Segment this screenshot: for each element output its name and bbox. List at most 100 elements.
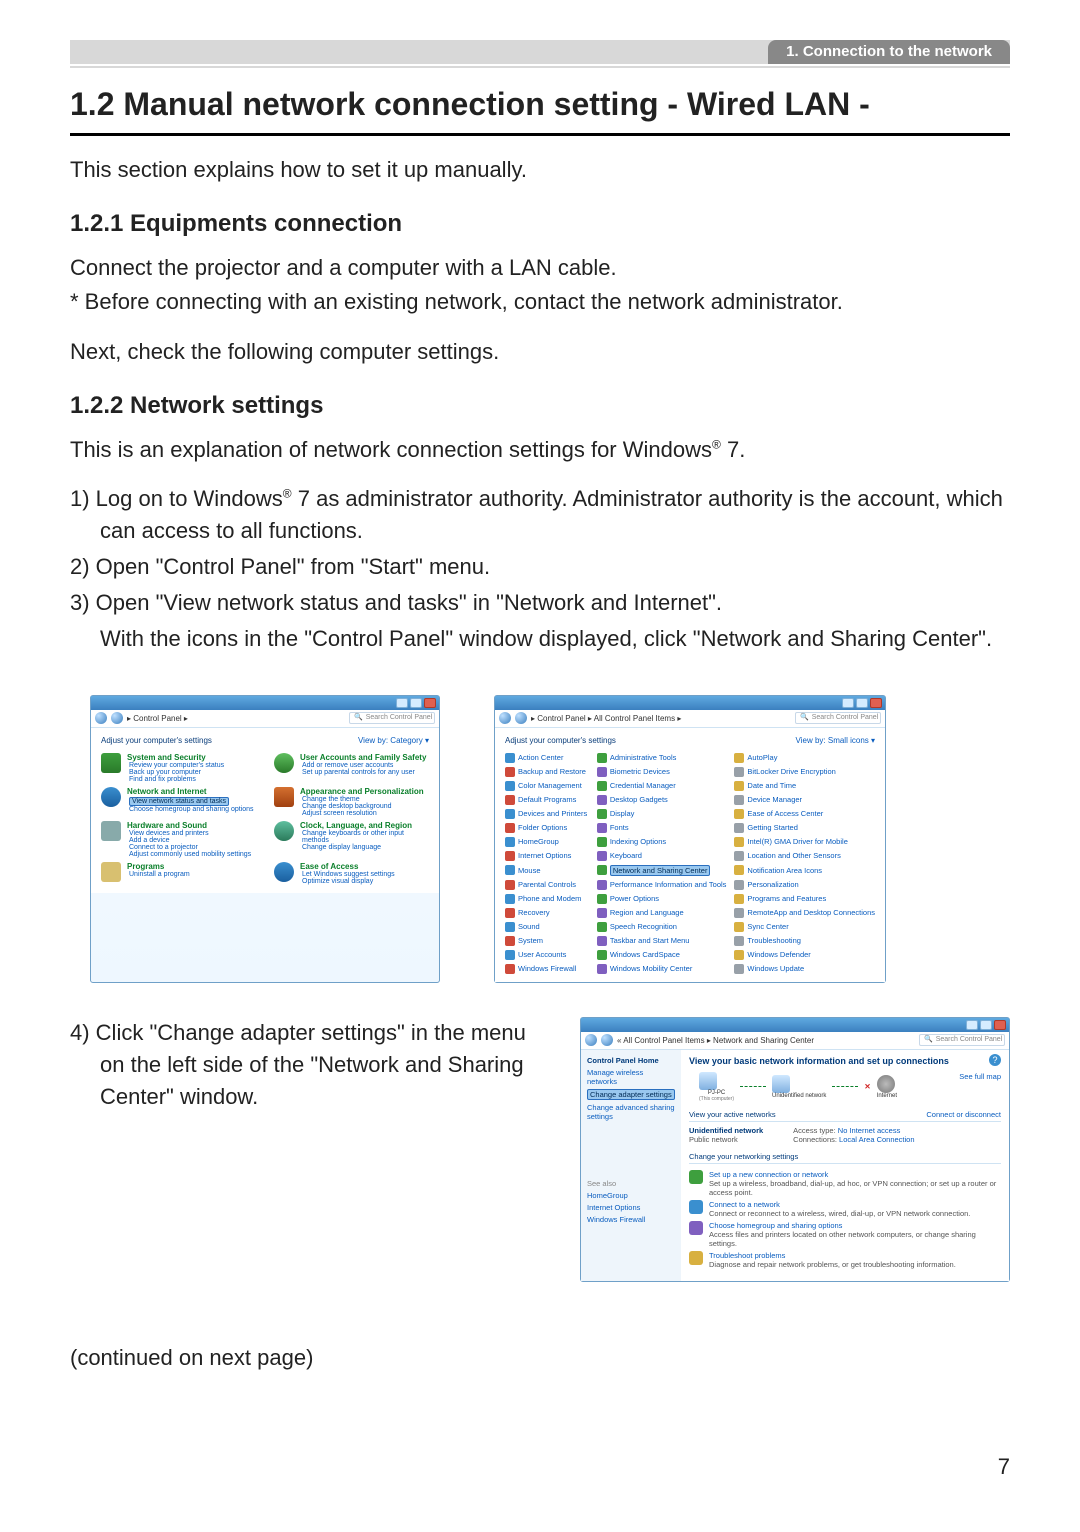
control-panel-item[interactable]: Personalization (734, 880, 875, 890)
control-panel-item[interactable]: AutoPlay (734, 753, 875, 763)
category-sublink[interactable]: Choose homegroup and sharing options (129, 806, 256, 813)
category-item[interactable]: Ease of AccessLet Windows suggest settin… (274, 862, 429, 885)
control-panel-item[interactable]: Folder Options (505, 823, 589, 833)
control-panel-item[interactable]: Notification Area Icons (734, 865, 875, 876)
view-by-dropdown[interactable]: View by: Category ▾ (358, 736, 429, 745)
control-panel-item[interactable]: Desktop Gadgets (597, 795, 727, 805)
close-button[interactable] (994, 1020, 1006, 1030)
category-item[interactable]: ProgramsUninstall a program (101, 862, 256, 885)
category-title[interactable]: Hardware and Sound (127, 821, 207, 830)
category-title[interactable]: Network and Internet (127, 787, 207, 796)
control-panel-item[interactable]: User Accounts (505, 950, 589, 960)
control-panel-item[interactable]: Programs and Features (734, 894, 875, 904)
forward-button[interactable] (111, 712, 123, 724)
control-panel-item[interactable]: Credential Manager (597, 781, 727, 791)
category-item[interactable]: Network and InternetView network status … (101, 787, 256, 817)
sidebar-link[interactable]: Manage wireless networks (587, 1068, 675, 1086)
minimize-button[interactable] (966, 1020, 978, 1030)
control-panel-item[interactable]: Troubleshooting (734, 936, 875, 946)
control-panel-item[interactable]: Device Manager (734, 795, 875, 805)
control-panel-item[interactable]: Administrative Tools (597, 753, 727, 763)
control-panel-item[interactable]: Windows Mobility Center (597, 964, 727, 974)
control-panel-item[interactable]: System (505, 936, 589, 946)
control-panel-item[interactable]: RemoteApp and Desktop Connections (734, 908, 875, 918)
control-panel-item[interactable]: Taskbar and Start Menu (597, 936, 727, 946)
control-panel-item[interactable]: Ease of Access Center (734, 809, 875, 819)
local-area-connection-link[interactable]: Local Area Connection (839, 1135, 914, 1144)
control-panel-item[interactable]: Network and Sharing Center (597, 865, 727, 876)
maximize-button[interactable] (856, 698, 868, 708)
category-sublink[interactable]: Change keyboards or other input methods (302, 830, 429, 844)
control-panel-item[interactable]: Backup and Restore (505, 767, 589, 777)
nsc-task[interactable]: Troubleshoot problemsDiagnose and repair… (689, 1251, 1001, 1269)
control-panel-item[interactable]: Windows Defender (734, 950, 875, 960)
category-sublink[interactable]: Set up parental controls for any user (302, 769, 426, 776)
category-sublink[interactable]: Let Windows suggest settings (302, 871, 395, 878)
category-item[interactable]: User Accounts and Family SafetyAdd or re… (274, 753, 429, 783)
control-panel-item[interactable]: Color Management (505, 781, 589, 791)
category-title[interactable]: User Accounts and Family Safety (300, 753, 426, 762)
control-panel-item[interactable]: Date and Time (734, 781, 875, 791)
category-sublink[interactable]: View devices and printers (129, 830, 251, 837)
control-panel-item[interactable]: Parental Controls (505, 880, 589, 890)
control-panel-item[interactable]: Sound (505, 922, 589, 932)
control-panel-item[interactable]: Recovery (505, 908, 589, 918)
category-sublink[interactable]: Optimize visual display (302, 878, 395, 885)
back-button[interactable] (95, 712, 107, 724)
control-panel-item[interactable]: Devices and Printers (505, 809, 589, 819)
control-panel-item[interactable]: Display (597, 809, 727, 819)
control-panel-item[interactable]: Mouse (505, 865, 589, 876)
view-by-dropdown[interactable]: View by: Small icons ▾ (796, 736, 875, 745)
nsc-task[interactable]: Choose homegroup and sharing optionsAcce… (689, 1221, 1001, 1248)
category-title[interactable]: Programs (127, 862, 164, 871)
control-panel-item[interactable]: Performance Information and Tools (597, 880, 727, 890)
see-also-link[interactable]: HomeGroup (587, 1191, 675, 1200)
control-panel-item[interactable]: Sync Center (734, 922, 875, 932)
sidebar-link[interactable]: Change adapter settings (587, 1089, 675, 1100)
control-panel-item[interactable]: Windows Update (734, 964, 875, 974)
category-item[interactable]: Hardware and SoundView devices and print… (101, 821, 256, 858)
control-panel-item[interactable]: Keyboard (597, 851, 727, 861)
close-button[interactable] (870, 698, 882, 708)
control-panel-item[interactable]: Fonts (597, 823, 727, 833)
control-panel-item[interactable]: Windows CardSpace (597, 950, 727, 960)
category-sublink[interactable]: Review your computer's status (129, 762, 224, 769)
control-panel-item[interactable]: Biometric Devices (597, 767, 727, 777)
category-sublink[interactable]: Adjust commonly used mobility settings (129, 851, 251, 858)
control-panel-home-link[interactable]: Control Panel Home (587, 1056, 659, 1065)
category-sublink[interactable]: Change display language (302, 844, 429, 851)
control-panel-item[interactable]: Indexing Options (597, 837, 727, 847)
category-item[interactable]: Appearance and PersonalizationChange the… (274, 787, 429, 817)
control-panel-item[interactable]: Getting Started (734, 823, 875, 833)
breadcrumb[interactable]: ▸ Control Panel ▸ All Control Panel Item… (531, 714, 791, 723)
category-item[interactable]: System and SecurityReview your computer'… (101, 753, 256, 783)
sidebar-link[interactable]: Change advanced sharing settings (587, 1103, 675, 1121)
category-sublink[interactable]: Connect to a projector (129, 844, 251, 851)
category-title[interactable]: Appearance and Personalization (300, 787, 424, 796)
minimize-button[interactable] (396, 698, 408, 708)
nsc-task[interactable]: Set up a new connection or networkSet up… (689, 1170, 1001, 1197)
search-input[interactable]: Search Control Panel (919, 1034, 1005, 1046)
control-panel-item[interactable]: Phone and Modem (505, 894, 589, 904)
search-input[interactable]: Search Control Panel (795, 712, 881, 724)
nsc-task[interactable]: Connect to a networkConnect or reconnect… (689, 1200, 1001, 1218)
category-sublink[interactable]: Add a device (129, 837, 251, 844)
close-button[interactable] (424, 698, 436, 708)
see-also-link[interactable]: Internet Options (587, 1203, 675, 1212)
see-also-link[interactable]: Windows Firewall (587, 1215, 675, 1224)
category-sublink[interactable]: Back up your computer (129, 769, 224, 776)
breadcrumb[interactable]: ▸ Control Panel ▸ (127, 714, 345, 723)
maximize-button[interactable] (410, 698, 422, 708)
category-item[interactable]: Clock, Language, and RegionChange keyboa… (274, 821, 429, 858)
maximize-button[interactable] (980, 1020, 992, 1030)
category-sublink[interactable]: Add or remove user accounts (302, 762, 426, 769)
breadcrumb[interactable]: « All Control Panel Items ▸ Network and … (617, 1036, 915, 1045)
control-panel-item[interactable]: Default Programs (505, 795, 589, 805)
category-sublink[interactable]: Change the theme (302, 796, 424, 803)
control-panel-item[interactable]: Internet Options (505, 851, 589, 861)
category-sublink[interactable]: View network status and tasks (129, 797, 229, 806)
help-icon[interactable]: ? (989, 1054, 1001, 1066)
category-sublink[interactable]: Find and fix problems (129, 776, 224, 783)
control-panel-item[interactable]: Region and Language (597, 908, 727, 918)
control-panel-item[interactable]: BitLocker Drive Encryption (734, 767, 875, 777)
